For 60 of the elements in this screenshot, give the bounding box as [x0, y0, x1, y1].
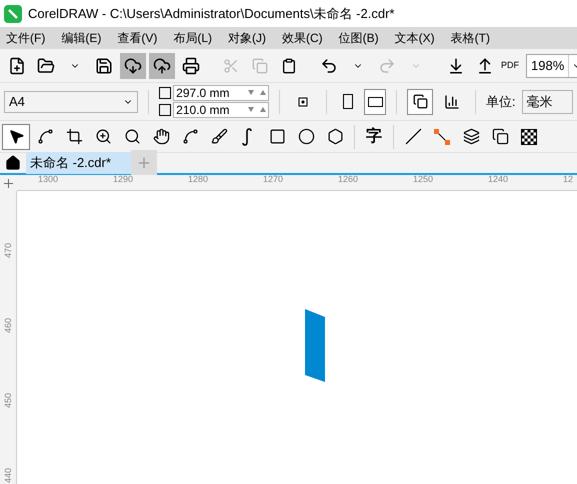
menu-item[interactable]: 对象(J): [226, 29, 268, 47]
ruler-label: 470: [4, 242, 14, 258]
ruler-origin-icon[interactable]: [4, 178, 13, 188]
tool-icon: [462, 128, 480, 145]
page-height-field[interactable]: 210.0 mm: [173, 102, 270, 118]
width-icon: [159, 87, 172, 99]
tool-icon: [36, 128, 54, 145]
pdf-export-button[interactable]: PDF: [501, 58, 519, 72]
tool-icon: [182, 128, 198, 145]
ruler-label: 1240: [488, 175, 508, 184]
ruler-label: 12: [563, 175, 574, 184]
ruler-label: 1300: [38, 175, 58, 184]
units-label: 单位:: [486, 92, 516, 111]
landscape-button[interactable]: [364, 88, 386, 114]
ruler-label: 1260: [338, 175, 358, 184]
text-tool-button[interactable]: 字: [360, 124, 388, 150]
menu-item[interactable]: 查看(V): [115, 29, 160, 47]
checkerboard-icon: [521, 128, 537, 144]
tool-icon: [152, 128, 170, 145]
ruler-label: 450: [4, 392, 14, 408]
menu-item[interactable]: 表格(T): [448, 29, 492, 47]
page-width-field[interactable]: 297.0 mm: [173, 85, 270, 101]
menu-item[interactable]: 布局(L): [171, 29, 214, 47]
tool-icon: [124, 128, 140, 145]
height-icon: [159, 104, 172, 116]
menu-item[interactable]: 编辑(E): [59, 29, 104, 47]
menu-item[interactable]: 文本(X): [392, 29, 437, 47]
app-logo-icon: [4, 4, 22, 22]
menu-item[interactable]: 位图(B): [336, 29, 381, 47]
tool-icon: [66, 128, 82, 145]
tool-icon: [8, 128, 24, 145]
window-title: CorelDRAW - C:\Users\Administrator\Documents\未命名 -2.cdr*: [28, 4, 394, 23]
menu-item[interactable]: 效果(C): [280, 29, 325, 47]
zoom-dropdown[interactable]: 198%: [526, 54, 577, 78]
ruler-label: 460: [4, 318, 14, 334]
parallelogram-shape[interactable]: [305, 309, 325, 382]
ruler-label: 440: [4, 468, 14, 484]
cloud-download-icon[interactable]: [120, 52, 146, 78]
document-tab[interactable]: 未命名 -2.cdr*: [26, 152, 131, 174]
page-size-dropdown[interactable]: A4: [4, 90, 138, 112]
tool-icon: [210, 128, 228, 145]
spinner-arrows-icon[interactable]: [248, 107, 266, 113]
curl-icon: [242, 128, 254, 146]
ruler-label: 1280: [188, 175, 208, 184]
connector-icon: [433, 128, 451, 146]
cloud-upload-icon[interactable]: [149, 52, 175, 78]
spinner-arrows-icon[interactable]: [248, 90, 266, 96]
tool-icon: [268, 128, 286, 145]
all-pages-icon[interactable]: [407, 88, 434, 114]
tool-icon: [404, 128, 422, 145]
tool-icon: [492, 128, 508, 145]
ruler-label: 1270: [263, 175, 284, 184]
tool-icon: [326, 128, 344, 145]
tool-icon: [94, 128, 112, 145]
ruler-label: 1250: [413, 175, 434, 184]
pointer-tool-button[interactable]: [2, 124, 30, 150]
ruler-label: 1290: [113, 175, 134, 184]
menu-item[interactable]: 文件(F): [4, 29, 48, 47]
units-dropdown[interactable]: 毫米: [522, 90, 573, 114]
tool-icon: [298, 128, 314, 145]
